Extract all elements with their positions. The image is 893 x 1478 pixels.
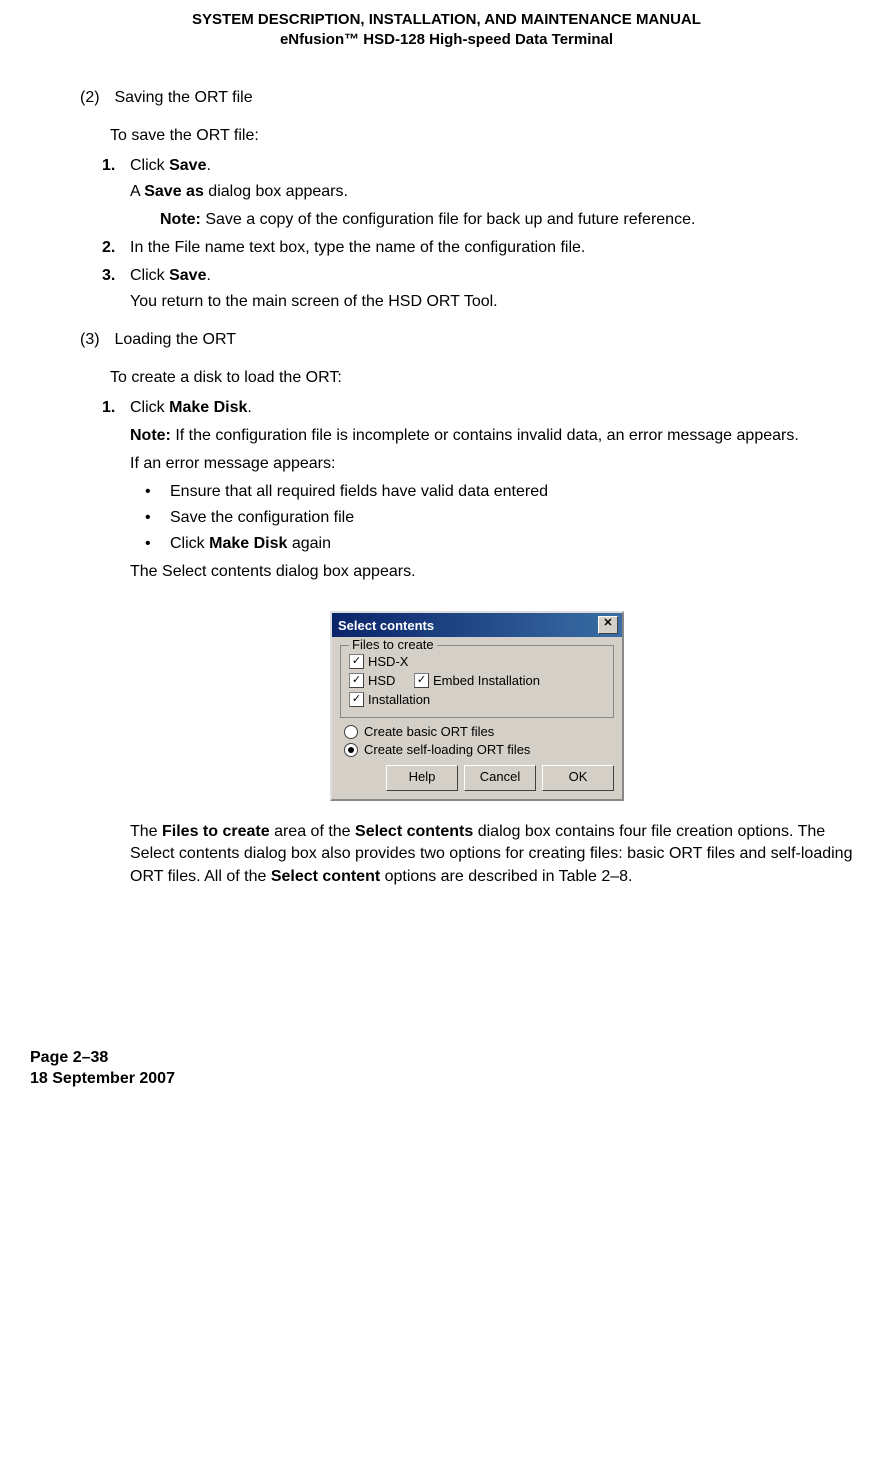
section-2-num: (2) [80, 89, 110, 107]
checkbox-embed[interactable]: ✓ [414, 673, 429, 688]
footer-page: Page 2–38 [30, 1048, 863, 1069]
note-text: If the configuration file is incomplete … [175, 427, 798, 444]
s3-select-line: The Select contents dialog box appears. [130, 563, 863, 581]
radio-dot-icon [348, 747, 354, 753]
checkbox-hsdx[interactable]: ✓ [349, 654, 364, 669]
page-footer: Page 2–38 18 September 2007 [30, 1048, 863, 1090]
checkbox-hsd[interactable]: ✓ [349, 673, 364, 688]
radio-basic[interactable] [344, 725, 358, 739]
section-3-heading: (3) Loading the ORT [80, 331, 863, 349]
note-label: Note: [160, 211, 205, 228]
header-line2: eNfusion™ HSD-128 High-speed Data Termin… [30, 30, 863, 50]
doc-header: SYSTEM DESCRIPTION, INSTALLATION, AND MA… [30, 10, 863, 49]
s2-note: Note: Save a copy of the configuration f… [160, 211, 863, 229]
bullet-3: Click Make Disk again [145, 535, 863, 553]
select-contents-dialog: Select contents ✕ Files to create ✓ HSD-… [330, 611, 624, 801]
dialog-titlebar: Select contents ✕ [332, 613, 622, 637]
checkbox-hsd-label: HSD [368, 673, 410, 688]
s2-step3-num: 3. [102, 267, 115, 285]
checkbox-install[interactable]: ✓ [349, 692, 364, 707]
s3-note: Note: If the configuration file is incom… [130, 427, 863, 445]
after-dialog-para: The Files to create area of the Select c… [130, 821, 863, 888]
files-to-create-group: Files to create ✓ HSD-X ✓ HSD ✓ Embed In… [340, 645, 614, 718]
s2-step1-text: Click Save. [130, 157, 211, 174]
header-line1: SYSTEM DESCRIPTION, INSTALLATION, AND MA… [30, 10, 863, 30]
section-3-title: Loading the ORT [114, 331, 236, 348]
dialog-title: Select contents [336, 618, 434, 633]
help-button[interactable]: Help [386, 765, 458, 791]
s2-step2: 2. In the File name text box, type the n… [130, 239, 863, 257]
checkbox-embed-label: Embed Installation [433, 673, 540, 688]
section-3-num: (3) [80, 331, 110, 349]
radio-selfloading[interactable] [344, 743, 358, 757]
footer-date: 18 September 2007 [30, 1069, 863, 1090]
s3-step1: 1. Click Make Disk. [130, 399, 863, 417]
section-2-title: Saving the ORT file [114, 89, 252, 106]
checkbox-install-label: Installation [368, 692, 430, 707]
bullet-1: Ensure that all required fields have val… [145, 483, 863, 501]
checkbox-hsdx-label: HSD-X [368, 654, 408, 669]
note-text: Save a copy of the configuration file fo… [205, 211, 695, 228]
section-3-intro: To create a disk to load the ORT: [110, 369, 863, 387]
s2-step3-text: Click Save. [130, 267, 211, 284]
s2-step3-body: You return to the main screen of the HSD… [130, 293, 863, 311]
s3-step1-num: 1. [102, 399, 115, 417]
s2-step1-num: 1. [102, 157, 115, 175]
cancel-button[interactable]: Cancel [464, 765, 536, 791]
s2-step3: 3. Click Save. You return to the main sc… [130, 267, 863, 311]
s3-err-intro: If an error message appears: [130, 455, 863, 473]
s2-step1-body: A Save as dialog box appears. [130, 183, 863, 201]
s3-step1-text: Click Make Disk. [130, 399, 252, 416]
note-label: Note: [130, 427, 175, 444]
close-icon[interactable]: ✕ [598, 616, 618, 634]
s2-step2-num: 2. [102, 239, 115, 257]
section-2-heading: (2) Saving the ORT file [80, 89, 863, 107]
s3-bullets: Ensure that all required fields have val… [145, 483, 863, 553]
s2-step2-text: In the File name text box, type the name… [130, 239, 585, 256]
radio-selfloading-label: Create self-loading ORT files [364, 742, 530, 757]
section-2-intro: To save the ORT file: [110, 127, 863, 145]
ok-button[interactable]: OK [542, 765, 614, 791]
bullet-2: Save the configuration file [145, 509, 863, 527]
s2-step1: 1. Click Save. A Save as dialog box appe… [130, 157, 863, 201]
radio-basic-label: Create basic ORT files [364, 724, 494, 739]
group-label: Files to create [349, 637, 437, 652]
